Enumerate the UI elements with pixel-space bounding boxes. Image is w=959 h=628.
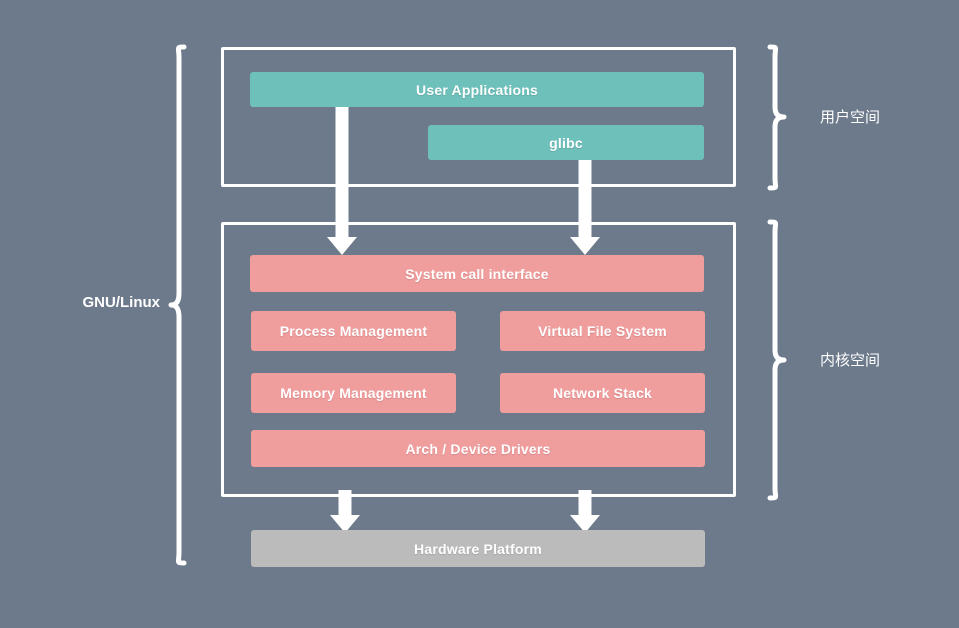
- user-space-brace-label: 用户空间: [820, 108, 881, 126]
- arrow-kernel-to-hardware-right: [570, 490, 600, 533]
- user-space-brace-group: 用户空间: [766, 44, 880, 194]
- block-arch-device-drivers-label: Arch / Device Drivers: [405, 440, 551, 457]
- block-virtual-file-system-label: Virtual File System: [538, 323, 667, 339]
- block-hardware-platform[interactable]: Hardware Platform: [251, 530, 705, 567]
- gnu-linux-brace-label: GNU/Linux: [82, 294, 161, 311]
- block-system-call-interface[interactable]: System call interface: [250, 255, 704, 292]
- arrow-kernel-to-hardware-left: [330, 490, 360, 533]
- arrow-shaft: [335, 107, 349, 237]
- block-process-management[interactable]: Process Management: [251, 311, 456, 351]
- block-hardware-platform-label: Hardware Platform: [414, 540, 542, 557]
- gnu-linux-brace-group: GNU/Linux: [83, 44, 188, 566]
- diagram-canvas: GNU/Linux User Applications glibc 用户空间 S…: [0, 0, 959, 628]
- block-memory-management[interactable]: Memory Management: [251, 373, 456, 413]
- arrow-shaft: [578, 490, 592, 515]
- block-glibc[interactable]: glibc: [428, 125, 704, 160]
- block-glibc-label: glibc: [549, 134, 583, 151]
- kernel-space-brace-label: 内核空间: [820, 351, 881, 369]
- block-user-applications[interactable]: User Applications: [250, 72, 704, 107]
- block-arch-device-drivers[interactable]: Arch / Device Drivers: [251, 430, 705, 467]
- block-user-applications-label: User Applications: [416, 81, 538, 98]
- block-network-stack-label: Network Stack: [552, 385, 653, 401]
- user-space-brace-icon: [767, 44, 787, 191]
- block-virtual-file-system[interactable]: Virtual File System: [500, 311, 705, 351]
- arrow-shaft: [338, 490, 352, 515]
- block-memory-management-label: Memory Management: [280, 385, 427, 401]
- kernel-space-brace-group: 内核空间: [766, 219, 880, 504]
- block-network-stack[interactable]: Network Stack: [500, 373, 705, 413]
- user-space-container: [221, 47, 736, 187]
- kernel-space-brace-icon: [767, 219, 787, 501]
- block-system-call-interface-label: System call interface: [405, 265, 549, 282]
- block-process-management-label: Process Management: [279, 323, 428, 339]
- gnu-linux-brace-icon: [168, 44, 187, 566]
